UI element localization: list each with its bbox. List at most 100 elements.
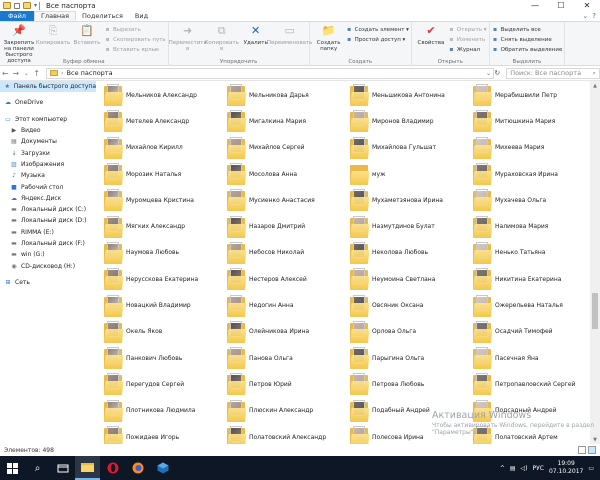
chevron-down-icon[interactable]: ⌄	[486, 69, 493, 77]
folder-item[interactable]: Меньшикова Антонина	[350, 82, 473, 108]
virtualbox-icon[interactable]	[150, 456, 175, 480]
folder-item[interactable]: Нерусскова Екатерина	[104, 266, 227, 292]
scroll-up-icon[interactable]: ▲	[590, 81, 600, 90]
folder-item[interactable]: Полатовский Александр	[227, 424, 350, 444]
properties-quick-icon[interactable]	[14, 2, 20, 9]
folder-item[interactable]: Митюшкина Мария	[473, 108, 590, 134]
folder-item[interactable]: Мосолова Анна	[227, 161, 350, 187]
file-explorer-taskbar-icon[interactable]	[75, 456, 100, 480]
folder-item[interactable]: Мельников Александр	[104, 82, 227, 108]
ribbon-small-button[interactable]: ▪ Снять выделение	[492, 36, 563, 43]
search-icon[interactable]: ⌕	[25, 456, 50, 480]
nav-item[interactable]: ▤ Документы	[0, 136, 96, 147]
ribbon-small-button[interactable]: ▪ Выделить все	[492, 26, 563, 33]
ribbon-small-button[interactable]: ▪ Простой доступ ▾	[346, 36, 409, 43]
tab-view[interactable]: Вид	[129, 11, 154, 21]
folder-item[interactable]: Михайлов Кирилл	[104, 135, 227, 161]
tab-share[interactable]: Поделиться	[76, 11, 129, 21]
scroll-thumb[interactable]	[592, 293, 598, 329]
volume-icon[interactable]: ◁)	[521, 465, 528, 472]
folder-item[interactable]: Олейникова Ирина	[227, 319, 350, 345]
nav-item[interactable]: ■ Рабочий стол	[0, 181, 96, 192]
ribbon-small-button[interactable]: ▪ Скопировать путь	[104, 36, 165, 43]
ribbon-small-button[interactable]: ▪ Создать элемент ▾	[346, 26, 409, 33]
address-field[interactable]: › Все паспорта ⌄	[45, 67, 495, 79]
folder-item[interactable]: Миронов Владимир	[350, 108, 473, 134]
folder-item[interactable]: Неколова Любовь	[350, 240, 473, 266]
scroll-down-icon[interactable]: ▼	[590, 435, 600, 444]
folder-item[interactable]: Муромцева Кристина	[104, 187, 227, 213]
folder-item[interactable]: Налимова Мария	[473, 213, 590, 239]
folder-item[interactable]: Мягких Александр	[104, 213, 227, 239]
folder-item[interactable]: Метелев Александр	[104, 108, 227, 134]
maximize-button[interactable]: ☐	[548, 0, 574, 11]
folder-item[interactable]: Петрова Любовь	[350, 371, 473, 397]
folder-item[interactable]: Михайлова Гульшат	[350, 135, 473, 161]
folder-item[interactable]: Панкович Любовь	[104, 345, 227, 371]
tab-file[interactable]: Файл	[0, 11, 34, 21]
folder-item[interactable]: Плотникова Людмила	[104, 398, 227, 424]
refresh-icon[interactable]: ↻	[494, 69, 500, 77]
nav-item[interactable]: ☁ Яндекс.Диск	[0, 193, 96, 204]
folder-item[interactable]: Петропавловский Сергей	[473, 371, 590, 397]
forward-arrow-icon[interactable]: →	[10, 68, 20, 79]
chevron-down-icon[interactable]: ⌄	[21, 68, 31, 79]
folder-item[interactable]: Михайлов Сергей	[227, 135, 350, 161]
task-view-icon[interactable]	[50, 456, 75, 480]
network-icon[interactable]: ▤	[510, 465, 516, 472]
chevron-down-icon[interactable]: ⌄	[582, 12, 588, 20]
folder-item[interactable]: Петров Юрий	[227, 371, 350, 397]
folder-item[interactable]: Осадчий Тимофей	[473, 319, 590, 345]
folder-item[interactable]: Мусиенко Анастасия	[227, 187, 350, 213]
chevron-up-icon[interactable]: ^	[500, 465, 505, 472]
help-icon[interactable]: ?	[592, 12, 596, 20]
folder-item[interactable]: Орлова Ольга	[350, 319, 473, 345]
folder-item[interactable]: Небосов Николай	[227, 240, 350, 266]
back-arrow-icon[interactable]: ←	[0, 68, 10, 79]
folder-item[interactable]: муж	[350, 161, 473, 187]
folder-item[interactable]: Ненько Татьяна	[473, 240, 590, 266]
folder-item[interactable]: Плюскин Александр	[227, 398, 350, 424]
close-button[interactable]: ✕	[574, 0, 600, 11]
nav-item[interactable]: ▬ Локальный диск (C:)	[0, 204, 96, 215]
firefox-icon[interactable]	[125, 456, 150, 480]
folder-item[interactable]: Мерабишвили Петр	[473, 82, 590, 108]
ribbon-small-button[interactable]: ▪ Обратить выделение	[492, 46, 562, 53]
folder-item[interactable]: Панова Ольга	[227, 345, 350, 371]
folder-item[interactable]: Мигалкина Мария	[227, 108, 350, 134]
nav-item[interactable]: ▨ Изображения	[0, 159, 96, 170]
folder-item[interactable]: Пасечная Яна	[473, 345, 590, 371]
nav-item[interactable]: ↓ Загрузки	[0, 147, 96, 158]
vertical-scrollbar[interactable]: ▲ ▼	[590, 81, 600, 444]
folder-item[interactable]: Пожидаев Игорь	[104, 424, 227, 444]
nav-item[interactable]: ▬ win (G:)	[0, 249, 96, 260]
clock[interactable]: 19:09 07.10.2017	[549, 460, 583, 476]
nav-item[interactable]: ▬ Локальный диск (F:)	[0, 238, 96, 249]
folder-item[interactable]: Морозик Наталья	[104, 161, 227, 187]
folder-item[interactable]: Назаров Дмитрий	[227, 213, 350, 239]
minimize-button[interactable]: —	[522, 0, 548, 11]
folder-item[interactable]: Новацкий Владимир	[104, 292, 227, 318]
ribbon-small-button[interactable]: ▪ Журнал	[448, 46, 487, 53]
nav-item[interactable]: ▬ RIMMA (E:)	[0, 227, 96, 238]
ribbon-small-button[interactable]: ▪ Вырезать	[104, 26, 166, 33]
nav-item[interactable]: ♪ Музыка	[0, 170, 96, 181]
folder-item[interactable]: Нестеров Алексей	[227, 266, 350, 292]
start-button[interactable]	[0, 456, 25, 480]
folder-item[interactable]: Окель Яков	[104, 319, 227, 345]
search-input[interactable]: Поиск: Все паспорта ⌕	[506, 67, 600, 79]
nav-item[interactable]: ▭ Этот компьютер	[0, 114, 96, 125]
nav-item[interactable]: ⊞ Сеть	[0, 277, 96, 288]
folder-item[interactable]: Овсяник Оксана	[350, 292, 473, 318]
nav-item[interactable]: ▬ Локальный диск (D:)	[0, 215, 96, 226]
folder-item[interactable]: Неумоина Светлана	[350, 266, 473, 292]
nav-item[interactable]: ★ Панель быстрого доступа	[0, 81, 96, 93]
folder-item[interactable]: Мухаметзянова Ирина	[350, 187, 473, 213]
folder-item[interactable]: Перегудов Сергей	[104, 371, 227, 397]
tab-home[interactable]: Главная	[33, 11, 77, 21]
large-icons-view-icon[interactable]	[588, 446, 596, 454]
folder-item[interactable]: Мухачева Ольга	[473, 187, 590, 213]
folder-item[interactable]: Никитина Екатерина	[473, 266, 590, 292]
chevron-down-icon[interactable]: ▾	[34, 2, 37, 9]
nav-item[interactable]: ◉ CD-дисковод (H:)	[0, 260, 96, 271]
